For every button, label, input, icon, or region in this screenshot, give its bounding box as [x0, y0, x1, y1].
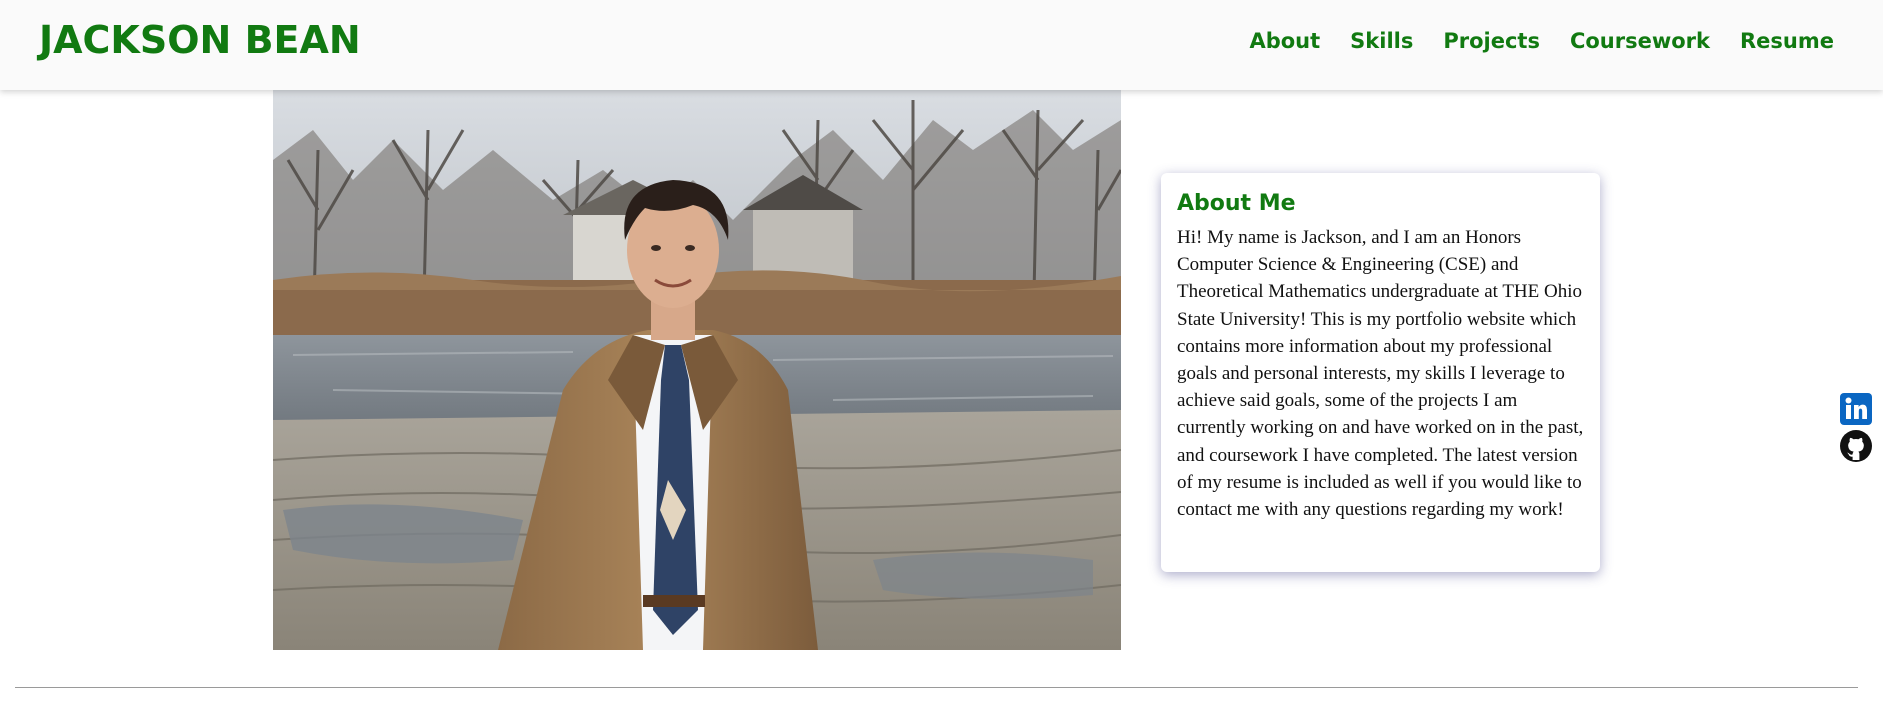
profile-photo	[273, 90, 1121, 650]
nav-link-coursework[interactable]: Coursework	[1570, 29, 1710, 53]
nav-link-projects[interactable]: Projects	[1443, 29, 1540, 53]
github-link[interactable]	[1839, 429, 1873, 463]
main-nav: About Skills Projects Coursework Resume	[1219, 29, 1834, 53]
site-header: JACKSON BEAN About Skills Projects Cours…	[0, 0, 1883, 90]
about-card: About Me Hi! My name is Jackson, and I a…	[1161, 173, 1600, 572]
section-divider	[15, 687, 1858, 688]
linkedin-icon	[1840, 393, 1872, 425]
github-icon	[1840, 430, 1872, 462]
nav-link-resume[interactable]: Resume	[1740, 29, 1834, 53]
nav-link-about[interactable]: About	[1249, 29, 1320, 53]
about-text: Hi! My name is Jackson, and I am an Hono…	[1177, 227, 1584, 521]
linkedin-link[interactable]	[1839, 392, 1873, 426]
about-title: About Me	[1177, 191, 1296, 216]
social-links	[1839, 392, 1873, 466]
nav-link-skills[interactable]: Skills	[1350, 29, 1413, 53]
site-title[interactable]: JACKSON BEAN	[39, 18, 361, 62]
